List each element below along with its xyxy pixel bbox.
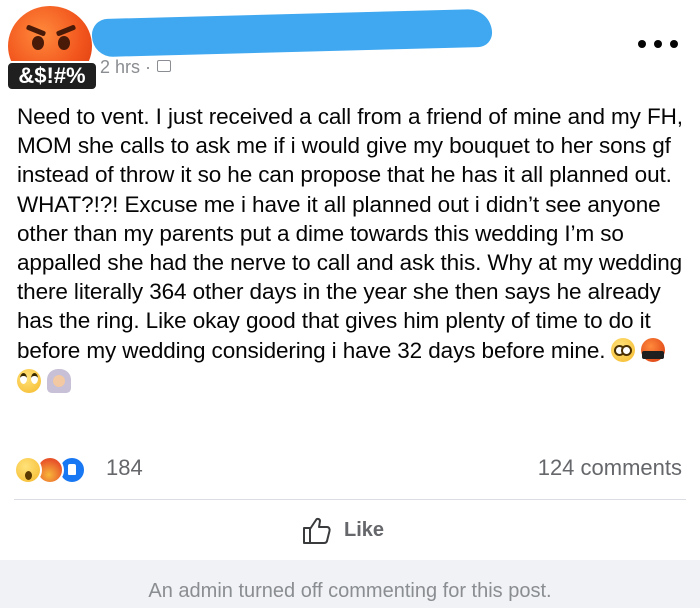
more-dot-icon xyxy=(670,40,678,48)
avatar-cuss-badge: &$!#% xyxy=(6,61,98,91)
action-divider xyxy=(14,499,686,500)
comment-count-link[interactable]: 124 comments xyxy=(538,455,682,481)
author-name-redaction-overlay xyxy=(100,30,280,50)
post-body: Need to vent. I just received a call fro… xyxy=(17,102,687,396)
more-dot-icon xyxy=(638,40,646,48)
woman-facepalming-icon xyxy=(47,368,71,393)
post-timestamp[interactable]: 2 hrs · xyxy=(100,57,172,78)
reaction-count[interactable]: 184 xyxy=(106,455,143,481)
eye-roll-face-icon xyxy=(17,368,41,393)
commenting-disabled-notice: An admin turned off commenting for this … xyxy=(0,560,700,608)
reactions-summary[interactable]: 184 124 comments xyxy=(14,452,686,488)
wow-reaction-icon xyxy=(14,456,42,484)
like-button[interactable]: Like xyxy=(300,512,384,548)
timestamp-text: 2 hrs · xyxy=(100,57,152,77)
like-label: Like xyxy=(344,518,385,541)
post-header: &$!#% 2 hrs · xyxy=(0,0,700,91)
emoji-row xyxy=(17,367,687,396)
thumbs-up-icon xyxy=(303,517,331,544)
more-dot-icon xyxy=(654,40,662,48)
flushed-face-icon xyxy=(611,337,636,362)
cussing-face-icon xyxy=(641,337,666,362)
avatar[interactable]: &$!#% xyxy=(6,6,98,91)
more-options-button[interactable] xyxy=(638,34,678,54)
post-text: Need to vent. I just received a call fro… xyxy=(17,104,683,363)
audience-group-icon xyxy=(157,60,172,73)
